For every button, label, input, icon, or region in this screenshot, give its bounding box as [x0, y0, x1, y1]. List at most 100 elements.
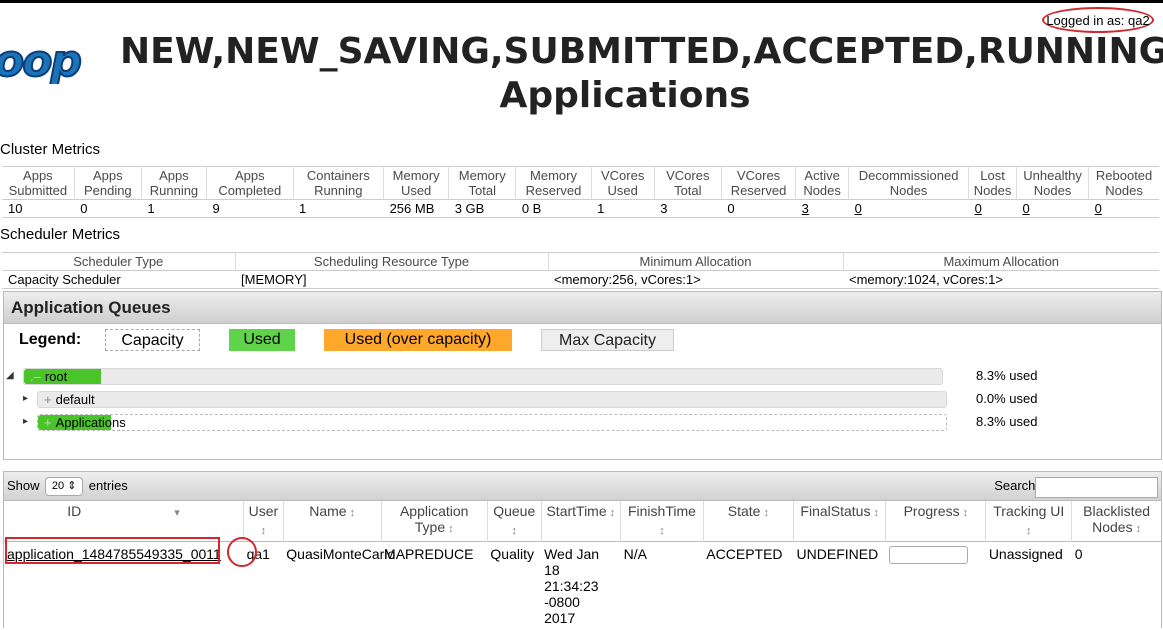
queue-name-applications: +Applications: [44, 415, 126, 431]
cluster-metric-link-unhealthy-nodes[interactable]: 0: [1022, 201, 1029, 216]
column-header-starttime[interactable]: StartTime ↕: [541, 501, 620, 542]
cell-queue: Quality: [487, 542, 541, 630]
legend-used: Used: [229, 329, 295, 351]
cluster-metric-header-apps-pending: Apps Pending: [74, 167, 141, 200]
cluster-metric-value-apps-pending: 0: [74, 200, 141, 218]
page-title-line2: Applications: [120, 74, 1060, 118]
search-label: Search:: [994, 472, 1039, 500]
cell-tracking: Unassigned: [986, 542, 1072, 630]
cluster-metric-header-active-nodes: Active Nodes: [796, 167, 849, 200]
cluster-metric-value-lost-nodes: 0: [969, 200, 1017, 218]
cluster-metric-header-vcores-reserved: VCores Reserved: [721, 167, 795, 200]
scheduler-metric-value-minimum-allocation: <memory:256, vCores:1>: [548, 271, 843, 289]
sort-icon[interactable]: ↕: [659, 525, 665, 537]
column-header-finishtime[interactable]: FinishTime ↕: [621, 501, 704, 542]
sort-icon[interactable]: ↕: [607, 507, 616, 519]
queue-usage-root: 8.3% used: [976, 368, 1037, 383]
svg-text:oop: oop: [0, 36, 80, 84]
sort-desc-icon[interactable]: ▾: [171, 507, 180, 519]
hadoop-logo: oop: [0, 36, 101, 84]
application-queues-panel: Application Queues Legend: Capacity Used…: [3, 291, 1162, 460]
expanded-arrow-icon[interactable]: ◢: [6, 370, 14, 381]
sort-icon[interactable]: ↕: [870, 507, 879, 519]
cluster-metric-link-lost-nodes[interactable]: 0: [975, 201, 982, 216]
queue-usage-applications: 8.3% used: [976, 414, 1037, 429]
column-header-progress[interactable]: Progress ↕: [886, 501, 986, 542]
column-header-user[interactable]: User ↕: [244, 501, 284, 542]
legend-max-capacity: Max Capacity: [541, 329, 674, 351]
collapsed-arrow-icon[interactable]: ▸: [23, 393, 28, 404]
cluster-metric-value-rebooted-nodes: 0: [1089, 200, 1159, 218]
cluster-metric-header-rebooted-nodes: Rebooted Nodes: [1089, 167, 1159, 200]
cluster-metric-link-active-nodes[interactable]: 3: [802, 201, 809, 216]
application-queues-title: Application Queues: [4, 292, 1161, 324]
cluster-metrics-label: Cluster Metrics: [0, 141, 100, 158]
cluster-metric-header-vcores-used: VCores Used: [591, 167, 654, 200]
queue-bar-root[interactable]: .–root: [23, 368, 943, 385]
sort-icon[interactable]: ↕: [347, 507, 356, 519]
cluster-metric-header-vcores-total: VCores Total: [654, 167, 721, 200]
cluster-metric-value-vcores-used: 1: [591, 200, 654, 218]
queue-row-root[interactable]: ◢ .–root 8.3% used: [4, 368, 1159, 386]
cluster-metric-header-lost-nodes: Lost Nodes: [969, 167, 1017, 200]
sort-icon[interactable]: ↕: [760, 507, 769, 519]
scheduler-metric-value-scheduler-type: Capacity Scheduler: [2, 271, 235, 289]
top-border: [0, 0, 1163, 3]
cell-blacklisted: 0: [1072, 542, 1161, 630]
column-header-tracking-ui[interactable]: Tracking UI ↕: [986, 501, 1072, 542]
cell-state: ACCEPTED: [703, 542, 793, 630]
sort-icon[interactable]: ↕: [445, 523, 454, 535]
cluster-metric-header-memory-used: Memory Used: [384, 167, 449, 200]
sort-icon[interactable]: ↕: [1026, 525, 1032, 537]
cell-start: Wed Jan1821:34:23-08002017: [541, 542, 620, 630]
logged-in-indicator: Logged in as: qa2: [1042, 7, 1154, 33]
sort-icon[interactable]: ↕: [960, 507, 969, 519]
cluster-metric-header-containers-running: Containers Running: [293, 167, 384, 200]
cell-type: MAPREDUCE: [381, 542, 487, 630]
column-header-name[interactable]: Name ↕: [283, 501, 381, 542]
cluster-metric-value-decommissioned-nodes: 0: [849, 200, 969, 218]
sort-icon[interactable]: ↕: [1133, 523, 1142, 535]
cluster-metric-value-vcores-total: 3: [654, 200, 721, 218]
cluster-metric-value-memory-reserved: 0 B: [516, 200, 591, 218]
highlight-user: [227, 537, 257, 567]
column-header-queue[interactable]: Queue ↕: [487, 501, 541, 542]
sort-icon[interactable]: ↕: [261, 525, 267, 537]
scheduler-metric-header-minimum-allocation: Minimum Allocation: [548, 253, 843, 271]
cluster-metric-value-containers-running: 1: [293, 200, 384, 218]
collapsed-arrow-icon[interactable]: ▸: [23, 416, 28, 427]
queue-row-applications[interactable]: ▸ +Applications 8.3% used: [4, 414, 1159, 432]
column-header-application-type[interactable]: Application Type ↕: [381, 501, 487, 542]
cell-name: QuasiMonteCarlo: [283, 542, 381, 630]
column-header-id[interactable]: ID ▾: [4, 501, 244, 542]
cluster-metric-value-apps-completed: 9: [207, 200, 293, 218]
cluster-metric-value-apps-submitted: 10: [2, 200, 74, 218]
scheduler-metric-header-maximum-allocation: Maximum Allocation: [843, 253, 1159, 271]
cluster-metric-value-apps-running: 1: [141, 200, 206, 218]
cluster-metric-value-unhealthy-nodes: 0: [1016, 200, 1088, 218]
cluster-metric-header-apps-completed: Apps Completed: [207, 167, 293, 200]
column-header-state[interactable]: State ↕: [703, 501, 793, 542]
cell-final-status: UNDEFINED: [794, 542, 886, 630]
cluster-metric-link-rebooted-nodes[interactable]: 0: [1095, 201, 1102, 216]
applications-table: ID ▾User ↕Name ↕Application Type ↕Queue …: [4, 501, 1161, 630]
cluster-metric-link-decommissioned-nodes[interactable]: 0: [855, 201, 862, 216]
queue-bar-applications[interactable]: +Applications: [37, 414, 947, 431]
queue-name-default: +default: [44, 392, 95, 408]
scheduler-metric-header-scheduling-resource-type: Scheduling Resource Type: [235, 253, 548, 271]
queue-bar-default[interactable]: +default: [37, 391, 947, 408]
column-header-finalstatus[interactable]: FinalStatus ↕: [794, 501, 886, 542]
cluster-metric-value-memory-total: 3 GB: [449, 200, 516, 218]
page-title: NEW,NEW_SAVING,SUBMITTED,ACCEPTED,RUNNIN…: [120, 30, 1060, 118]
cluster-metric-value-memory-used: 256 MB: [384, 200, 449, 218]
entries-control: Show 20 ⇕ entries: [7, 472, 128, 500]
entries-select[interactable]: 20 ⇕: [45, 477, 83, 496]
column-header-blacklisted-nodes[interactable]: Blacklisted Nodes ↕: [1072, 501, 1161, 542]
cluster-metric-value-vcores-reserved: 0: [721, 200, 795, 218]
cluster-metric-header-unhealthy-nodes: Unhealthy Nodes: [1016, 167, 1088, 200]
table-controls: Show 20 ⇕ entries Search:: [4, 472, 1161, 501]
legend-capacity: Capacity: [105, 329, 200, 351]
queue-row-default[interactable]: ▸+default0.0% used: [4, 391, 1159, 409]
search-input[interactable]: [1035, 477, 1158, 498]
sort-icon[interactable]: ↕: [511, 525, 517, 537]
